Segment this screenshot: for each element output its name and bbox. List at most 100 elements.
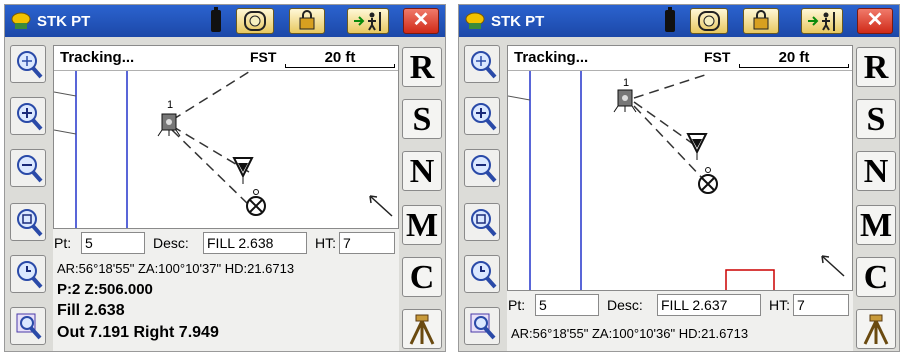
m-button[interactable]: M [402, 205, 442, 245]
desc-input[interactable]: FILL 2.638 [203, 232, 307, 254]
app-title: STK PT [37, 13, 91, 30]
target-icon [244, 11, 266, 31]
zoom-out-icon [17, 155, 43, 183]
zoom-in-button[interactable] [10, 97, 46, 135]
measure-mode[interactable]: FST [704, 49, 730, 65]
lock-button[interactable] [743, 8, 779, 34]
close-icon: ✕ [866, 9, 884, 31]
zoom-extents-icon [17, 51, 43, 79]
stake-toolbar: R S N M C [399, 41, 445, 351]
stake-toolbar: R S N M C [853, 41, 899, 351]
s-button[interactable]: S [856, 99, 896, 139]
tracking-status: Tracking... [514, 49, 589, 66]
boundary-marker [725, 269, 775, 290]
rod-person-button[interactable] [347, 8, 389, 34]
title-bar: STK PT ✕ [5, 5, 445, 37]
offset-value: Out 7.191 Right 7.949 [57, 324, 219, 341]
stake-target-icon [698, 167, 718, 194]
ht-label: HT: [769, 297, 790, 313]
point-label: 1 [167, 99, 173, 111]
m-button[interactable]: M [856, 205, 896, 245]
tripod-icon [863, 314, 889, 345]
zoom-previous-button[interactable] [10, 255, 46, 293]
zoom-window-icon [17, 209, 43, 237]
zoom-window-button[interactable] [10, 203, 46, 241]
desc-label: Desc: [153, 235, 189, 251]
pt-label: Pt: [54, 235, 72, 251]
zoom-extents-button[interactable] [464, 45, 500, 83]
zoom-toolbar [459, 41, 507, 351]
ht-input[interactable]: 7 [793, 294, 849, 316]
c-button[interactable]: C [856, 257, 896, 297]
zoom-out-button[interactable] [10, 149, 46, 187]
lock-icon [753, 10, 769, 30]
map-canvas: 1 [508, 70, 845, 290]
desc-label: Desc: [607, 297, 643, 313]
zoom-in-icon [471, 103, 497, 131]
ht-input[interactable]: 7 [339, 232, 395, 254]
zoom-out-button[interactable] [464, 149, 500, 187]
zoom-window-icon [471, 209, 497, 237]
close-icon: ✕ [412, 9, 430, 31]
tripod-button[interactable] [856, 309, 896, 349]
tripod-icon [409, 314, 435, 345]
map-canvas: 1 [54, 69, 393, 228]
app-title: STK PT [491, 13, 545, 30]
zoom-previous-button[interactable] [464, 255, 500, 293]
lock-button[interactable] [289, 8, 325, 34]
rod-person-icon [808, 12, 835, 31]
target-icon [698, 11, 720, 31]
r-button[interactable]: R [402, 47, 442, 87]
scale-bar [739, 64, 849, 68]
close-button[interactable]: ✕ [857, 8, 893, 34]
zoom-point-icon [16, 313, 42, 340]
desc-input[interactable]: FILL 2.637 [657, 294, 761, 316]
north-arrow-icon [821, 255, 845, 277]
north-arrow-icon [369, 195, 393, 217]
target-button[interactable] [690, 8, 728, 34]
r-button[interactable]: R [856, 47, 896, 87]
map-view[interactable]: 1 Tracking... FST 20 ft [53, 45, 399, 229]
zoom-in-icon [17, 103, 43, 131]
target-button[interactable] [236, 8, 274, 34]
pt-input[interactable]: 5 [535, 294, 599, 316]
app-icon [465, 12, 485, 29]
tracking-status: Tracking... [60, 49, 135, 66]
stakeout-screen-1: STK PT ✕ R S N M C 1 Tracking... FST 20 … [4, 4, 446, 352]
stakeout-screen-2: STK PT ✕ R S N M C 1 Tracking... FST 20 … [458, 4, 900, 352]
stake-info: AR:56°18'55" ZA:100°10'37" HD:21.6713 P:… [53, 257, 399, 351]
tripod-button[interactable] [402, 309, 442, 349]
point-label: 1 [623, 77, 629, 89]
map-header: Tracking... FST 20 ft [54, 46, 398, 71]
title-bar: STK PT ✕ [459, 5, 899, 37]
n-button[interactable]: N [856, 151, 896, 191]
pt-label: Pt: [508, 297, 526, 313]
c-button[interactable]: C [402, 257, 442, 297]
pt-input[interactable]: 5 [81, 232, 145, 254]
rod-person-icon [354, 12, 381, 31]
stake-target-icon [246, 189, 266, 216]
zoom-point-button[interactable] [464, 307, 500, 345]
n-button[interactable]: N [402, 151, 442, 191]
rod-person-button[interactable] [801, 8, 843, 34]
angles-readout: AR:56°18'55" ZA:100°10'36" HD:21.6713 [511, 326, 749, 341]
app-icon [11, 12, 31, 29]
zoom-point-button[interactable] [10, 307, 46, 345]
zoom-in-button[interactable] [464, 97, 500, 135]
lock-icon [299, 10, 315, 30]
zoom-window-button[interactable] [464, 203, 500, 241]
stake-info: AR:56°18'55" ZA:100°10'36" HD:21.6713 [507, 319, 853, 351]
battery-icon [211, 7, 221, 32]
s-button[interactable]: S [402, 99, 442, 139]
angles-readout: AR:56°18'55" ZA:100°10'37" HD:21.6713 [57, 261, 295, 276]
measure-mode[interactable]: FST [250, 49, 276, 65]
map-view[interactable]: 1 Tracking... FST 20 ft [507, 45, 853, 291]
zoom-extents-button[interactable] [10, 45, 46, 83]
prism-icon [232, 157, 254, 184]
scale-bar [285, 64, 395, 68]
zoom-toolbar [5, 41, 53, 351]
close-button[interactable]: ✕ [403, 8, 439, 34]
point-fields: Pt: 5 Desc: FILL 2.638 HT: 7 [53, 229, 399, 257]
prism-icon [686, 133, 708, 160]
instrument-icon [613, 89, 637, 113]
